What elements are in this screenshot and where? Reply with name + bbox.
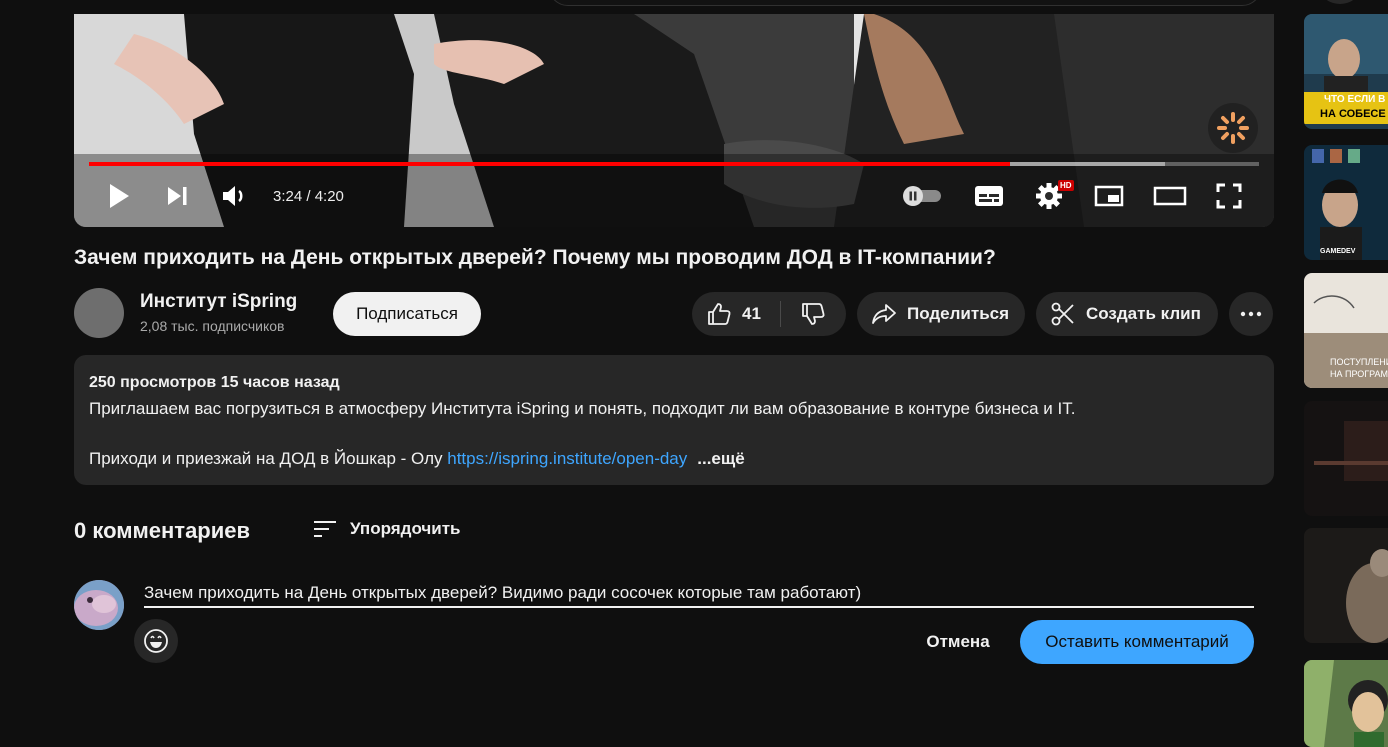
theater-mode-button[interactable] bbox=[1152, 180, 1188, 212]
description-box[interactable]: 250 просмотров 15 часов назад Приглашаем… bbox=[74, 355, 1274, 485]
thumbnail-image bbox=[1304, 401, 1388, 516]
thumbnail-image bbox=[1304, 528, 1388, 643]
video-title: Зачем приходить на День открытых дверей?… bbox=[74, 246, 996, 269]
share-label: Поделиться bbox=[907, 304, 1010, 323]
thumbnail-text: НА ПРОГРАМ bbox=[1330, 369, 1388, 379]
sort-icon[interactable] bbox=[312, 516, 338, 547]
autoplay-toggle-icon bbox=[903, 186, 941, 206]
volume-button[interactable] bbox=[219, 180, 251, 212]
subscriber-count: 2,08 тыс. подписчиков bbox=[140, 318, 285, 334]
description-text: Приходи и приезжай на ДОД в Йошкар - Олу bbox=[89, 449, 448, 468]
thumbnail-text: ПОСТУПЛЕНИЕ В bbox=[1330, 357, 1388, 367]
next-button[interactable] bbox=[162, 180, 192, 212]
search-bar-edge[interactable] bbox=[548, 0, 1262, 6]
description-line: Приглашаем вас погрузиться в атмосферу И… bbox=[89, 399, 1076, 418]
video-player[interactable]: 3:24 / 4:20 HD bbox=[74, 14, 1274, 227]
fullscreen-icon bbox=[1216, 183, 1242, 209]
subscribe-button[interactable]: Подписаться bbox=[333, 292, 481, 336]
view-stats: 250 просмотров 15 часов назад bbox=[89, 374, 340, 391]
theater-icon bbox=[1153, 186, 1187, 206]
comments-count: 0 комментариев bbox=[74, 518, 251, 543]
play-icon bbox=[110, 184, 129, 208]
miniplayer-button[interactable] bbox=[1092, 180, 1126, 212]
dislike-button[interactable] bbox=[781, 292, 845, 336]
recommended-video-thumbnail[interactable]: GAMEDEV bbox=[1304, 145, 1388, 260]
channel-name[interactable]: Институт iSpring bbox=[140, 291, 297, 313]
recommended-video-thumbnail[interactable]: ПОСТУПЛЕНИЕ В НА ПРОГРАМ bbox=[1304, 273, 1388, 388]
volume-icon bbox=[223, 186, 243, 206]
emoji-button[interactable] bbox=[134, 619, 178, 663]
thumbnail-image bbox=[1304, 145, 1388, 260]
miniplayer-icon bbox=[1094, 185, 1124, 207]
description-link[interactable]: https://ispring.institute/open-day bbox=[447, 449, 687, 468]
play-button[interactable] bbox=[104, 180, 134, 212]
show-more-button[interactable]: ...ещё bbox=[697, 449, 744, 468]
header-button-edge[interactable] bbox=[1320, 0, 1360, 4]
subtitles-icon bbox=[975, 186, 1003, 206]
progress-bar[interactable] bbox=[89, 162, 1259, 166]
like-dislike-group: 41 bbox=[692, 292, 846, 336]
user-avatar[interactable] bbox=[74, 580, 124, 630]
create-clip-label: Создать клип bbox=[1086, 304, 1201, 323]
cancel-button[interactable]: Отмена bbox=[909, 620, 1007, 664]
share-icon bbox=[872, 304, 896, 324]
thumbnail-text: ЧТО ЕСЛИ В bbox=[1324, 94, 1386, 105]
submit-comment-button[interactable]: Оставить комментарий bbox=[1020, 620, 1254, 664]
progress-played bbox=[89, 162, 1010, 166]
recommended-video-thumbnail[interactable] bbox=[1304, 660, 1388, 747]
hd-badge: HD bbox=[1058, 180, 1074, 191]
comment-input[interactable] bbox=[144, 580, 1254, 608]
like-count: 41 bbox=[742, 304, 761, 323]
recommended-video-thumbnail[interactable]: ЧТО ЕСЛИ В НА СОБЕСЕ bbox=[1304, 14, 1388, 129]
loading-spinner-icon bbox=[1208, 103, 1258, 153]
like-button[interactable]: 41 bbox=[692, 292, 780, 336]
recommended-video-thumbnail[interactable] bbox=[1304, 401, 1388, 516]
next-icon bbox=[168, 187, 187, 205]
recommended-video-thumbnail[interactable] bbox=[1304, 528, 1388, 643]
sort-button[interactable]: Упорядочить bbox=[350, 519, 461, 539]
thumbnail-text: GAMEDEV bbox=[1320, 248, 1356, 255]
fullscreen-button[interactable] bbox=[1212, 180, 1246, 212]
more-actions-button[interactable] bbox=[1229, 292, 1273, 336]
thumbs-up-icon bbox=[708, 303, 731, 325]
thumbnail-image bbox=[1304, 660, 1388, 747]
subtitles-button[interactable] bbox=[972, 180, 1006, 212]
time-display: 3:24 / 4:20 bbox=[273, 188, 344, 205]
description-line: Приходи и приезжай на ДОД в Йошкар - Олу… bbox=[89, 449, 745, 469]
share-button[interactable]: Поделиться bbox=[857, 292, 1025, 336]
scissors-icon bbox=[1051, 302, 1074, 326]
thumbnail-text: НА СОБЕСЕ bbox=[1320, 108, 1386, 120]
more-horizontal-icon bbox=[1240, 311, 1262, 317]
emoji-icon bbox=[144, 629, 168, 653]
autoplay-toggle[interactable] bbox=[900, 180, 946, 212]
channel-avatar[interactable] bbox=[74, 288, 124, 338]
thumbs-down-icon bbox=[802, 303, 825, 325]
create-clip-button[interactable]: Создать клип bbox=[1036, 292, 1218, 336]
